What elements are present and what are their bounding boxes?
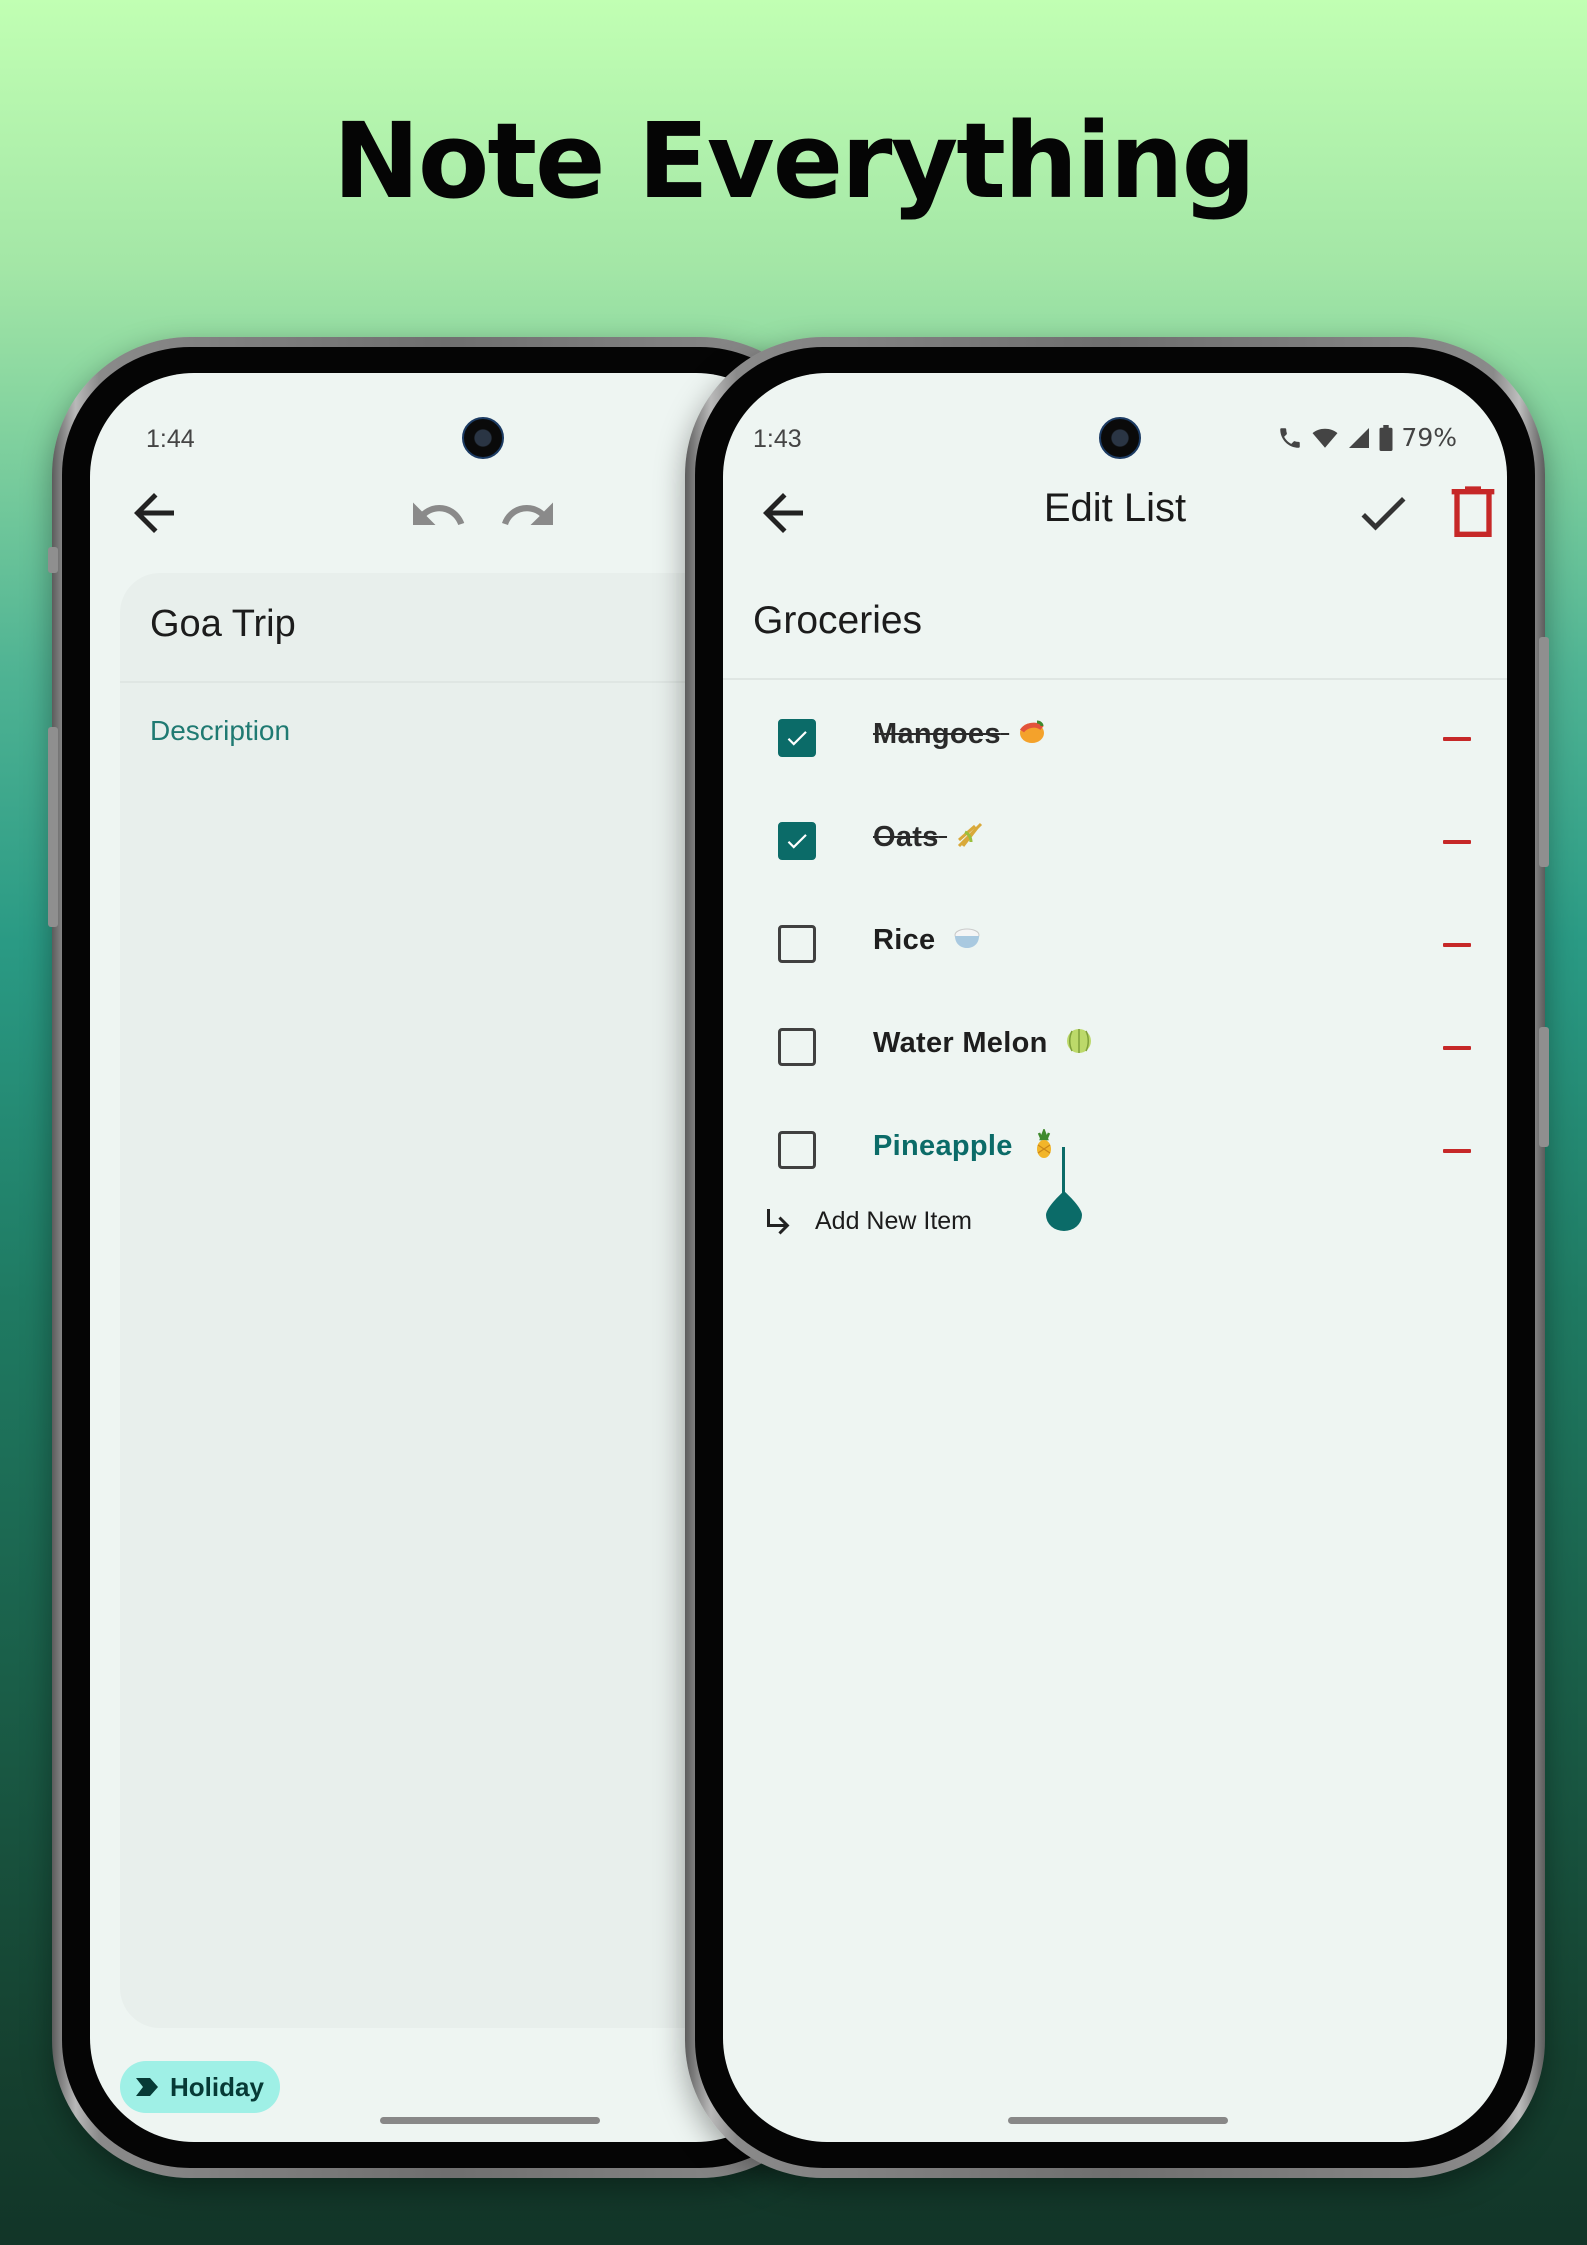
status-icons: 79%	[1277, 423, 1457, 452]
battery-percent: 79%	[1401, 423, 1457, 452]
side-button	[48, 727, 58, 927]
remove-item-button[interactable]	[1443, 1149, 1471, 1153]
rice-bowl-icon	[954, 928, 980, 948]
label-chip[interactable]: Holiday	[120, 2061, 280, 2113]
undo-icon[interactable]	[408, 485, 468, 545]
camera-icon	[462, 417, 504, 459]
list-item-label: Rice	[873, 924, 936, 956]
checkbox-checked[interactable]	[778, 822, 816, 860]
home-indicator	[380, 2117, 600, 2124]
checkbox-checked[interactable]	[778, 719, 816, 757]
checkbox-unchecked[interactable]	[778, 1131, 816, 1169]
remove-item-button[interactable]	[1443, 943, 1471, 947]
phone-right: 1:43 79% Edit List Groceries Mangoes Oat…	[685, 337, 1549, 2178]
status-time: 1:43	[753, 425, 802, 453]
list-item-text[interactable]: Oats	[873, 820, 985, 854]
list-item-label: Water Melon	[873, 1027, 1048, 1059]
sheaf-icon	[957, 822, 983, 848]
list-item: Pineapple	[723, 1111, 1507, 1191]
list-item: Mangoes	[723, 699, 1507, 779]
list-item-text[interactable]: Water Melon	[873, 1026, 1094, 1060]
list-item-text[interactable]: Mangoes	[873, 717, 1047, 751]
list-item: Oats	[723, 802, 1507, 882]
side-button	[1539, 637, 1549, 867]
redo-icon[interactable]	[498, 485, 558, 545]
list-item-label: Mangoes	[873, 718, 1001, 750]
checkmark-icon[interactable]	[1353, 483, 1413, 543]
camera-icon	[1099, 417, 1141, 459]
home-indicator	[1008, 2117, 1228, 2124]
divider	[723, 678, 1507, 680]
list-name[interactable]: Groceries	[753, 599, 922, 643]
add-new-item-label: Add New Item	[815, 1206, 973, 1235]
list-item-text[interactable]: Rice	[873, 923, 982, 957]
wifi-icon	[1312, 428, 1338, 448]
melon-icon	[1066, 1029, 1091, 1053]
description-field[interactable]: Description	[150, 715, 290, 747]
back-arrow-icon[interactable]	[124, 483, 184, 543]
checkbox-unchecked[interactable]	[778, 925, 816, 963]
pineapple-icon	[1037, 1129, 1052, 1158]
bezel: 1:43 79% Edit List Groceries Mangoes Oat…	[695, 347, 1535, 2168]
subdirectory-arrow-icon	[767, 1209, 790, 1235]
right-screen: 1:43 79% Edit List Groceries Mangoes Oat…	[723, 373, 1507, 2142]
side-button	[1539, 1027, 1549, 1147]
mango-icon	[1020, 720, 1045, 743]
remove-item-button[interactable]	[1443, 737, 1471, 741]
checkmark-icon	[787, 834, 807, 849]
cursor-handle[interactable]	[1044, 1191, 1084, 1231]
checkmark-icon	[787, 731, 807, 746]
list-item-label: Oats	[873, 821, 939, 853]
remove-item-button[interactable]	[1443, 840, 1471, 844]
trash-icon[interactable]	[1441, 481, 1505, 545]
side-button	[48, 547, 58, 573]
checkbox-unchecked[interactable]	[778, 1028, 816, 1066]
list-item-text-editing[interactable]: Pineapple	[873, 1129, 1059, 1163]
list-item-label: Pineapple	[873, 1130, 1013, 1162]
signal-icon	[1349, 427, 1370, 448]
add-new-item-button[interactable]: Add New Item	[761, 1203, 972, 1239]
remove-item-button[interactable]	[1443, 1046, 1471, 1050]
label-icon	[136, 2078, 158, 2096]
list-item: Water Melon	[723, 1008, 1507, 1088]
call-icon	[1280, 427, 1301, 448]
status-time: 1:44	[146, 425, 195, 453]
headline: Note Everything	[332, 100, 1256, 222]
battery-icon	[1379, 424, 1393, 451]
label-chip-text: Holiday	[170, 2071, 264, 2102]
note-title[interactable]: Goa Trip	[150, 603, 296, 646]
list-item: Rice	[723, 905, 1507, 985]
